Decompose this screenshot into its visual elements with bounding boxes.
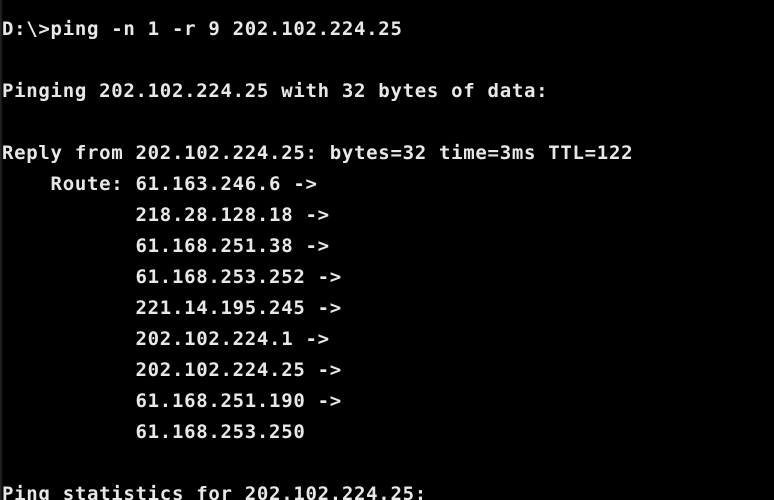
terminal-line-route-hop-5: 221.14.195.245 -> [2, 297, 342, 319]
terminal-line-route-hop-3: 61.168.251.38 -> [2, 235, 330, 257]
terminal-line-route-hop-1: Route: 61.163.246.6 -> [2, 173, 318, 195]
terminal-line-pinging-header: Pinging 202.102.224.25 with 32 bytes of … [2, 80, 549, 102]
terminal-line-route-hop-6: 202.102.224.1 -> [2, 328, 330, 350]
terminal-line-reply: Reply from 202.102.224.25: bytes=32 time… [2, 142, 634, 164]
terminal-line-route-hop-9: 61.168.253.250 [2, 421, 306, 443]
terminal-line-route-hop-2: 218.28.128.18 -> [2, 204, 330, 226]
terminal-line-command: D:\>ping -n 1 -r 9 202.102.224.25 [2, 18, 403, 40]
terminal-line-blank-3 [2, 448, 774, 479]
terminal-line-statistics-header: Ping statistics for 202.102.224.25: [2, 483, 427, 500]
terminal-line-blank-2 [2, 107, 774, 138]
terminal-console[interactable]: D:\>ping -n 1 -r 9 202.102.224.25 Pingin… [0, 0, 774, 500]
terminal-line-blank-1 [2, 45, 774, 76]
terminal-line-route-hop-4: 61.168.253.252 -> [2, 266, 342, 288]
terminal-line-route-hop-8: 61.168.251.190 -> [2, 390, 342, 412]
terminal-line-route-hop-7: 202.102.224.25 -> [2, 359, 342, 381]
